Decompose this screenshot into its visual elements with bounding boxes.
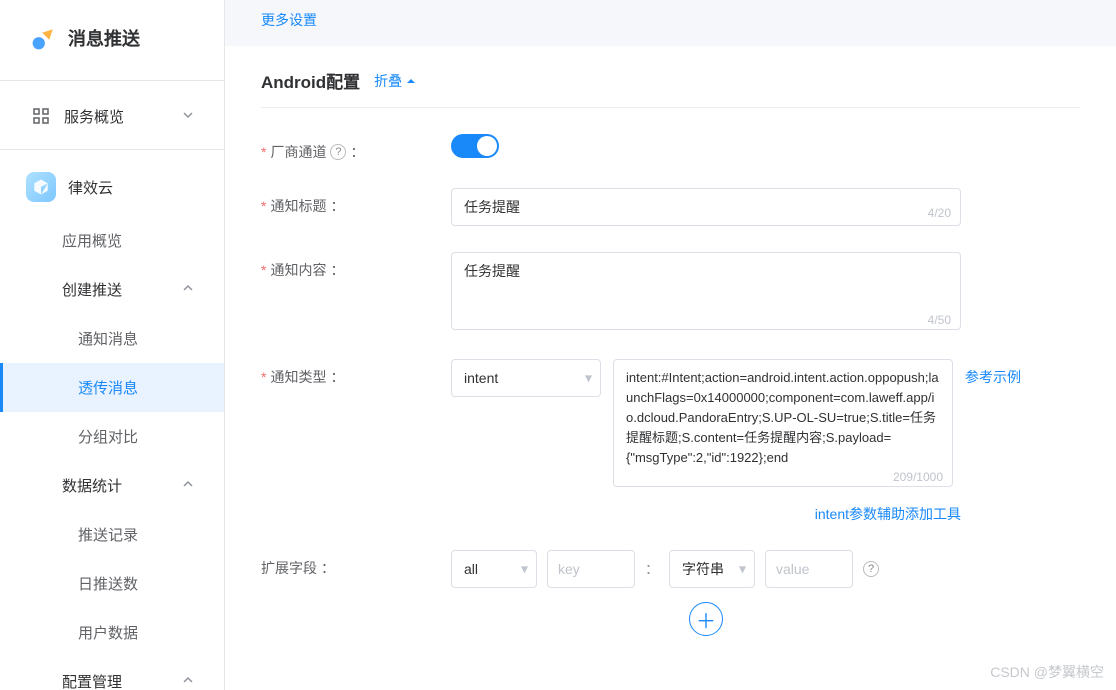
body-counter: 4/50: [928, 313, 951, 327]
nav-group-compare[interactable]: 分组对比: [0, 412, 224, 461]
label-body: * 通知内容：: [261, 252, 451, 280]
row-title: * 通知标题： 4/20: [261, 188, 1080, 226]
nav-label: 服务概览: [64, 106, 124, 127]
more-settings-link[interactable]: 更多设置: [261, 12, 317, 28]
app-selector[interactable]: 律效云: [0, 160, 224, 216]
watermark: CSDN @梦翼横空: [990, 662, 1104, 682]
example-link[interactable]: 参考示例: [965, 359, 1021, 387]
intent-textarea[interactable]: [613, 359, 953, 487]
app-name: 律效云: [68, 177, 113, 198]
chevron-down-icon: ▾: [585, 370, 592, 387]
label-type: * 通知类型：: [261, 359, 451, 387]
panel-title: Android配置: [261, 68, 360, 93]
chevron-down-icon: [182, 108, 194, 125]
required-mark: *: [261, 144, 266, 160]
panel-header: Android配置 折叠: [261, 68, 1080, 108]
nav-notify-msg[interactable]: 通知消息: [0, 314, 224, 363]
chevron-down-icon: ▾: [521, 561, 528, 578]
ext-value-input[interactable]: [765, 550, 853, 588]
nav-create-push[interactable]: 创建推送: [0, 265, 224, 314]
intent-counter: 209/1000: [893, 470, 943, 484]
required-mark: *: [261, 262, 266, 278]
divider: [0, 80, 224, 81]
nav-user-data[interactable]: 用户数据: [0, 608, 224, 657]
ext-scope-select[interactable]: all ▾: [451, 550, 537, 588]
nav-push-records[interactable]: 推送记录: [0, 510, 224, 559]
required-mark: *: [261, 369, 266, 385]
row-body: * 通知内容： 4/50: [261, 252, 1080, 333]
row-ext: 扩展字段： all ▾ ： 字符串 ▾: [261, 550, 1080, 636]
brand-title: 消息推送: [68, 25, 140, 51]
nav-config-mgmt[interactable]: 配置管理: [0, 657, 224, 690]
collapse-toggle[interactable]: 折叠: [374, 71, 416, 91]
colon: ：: [645, 550, 659, 588]
grid-icon: [30, 105, 52, 127]
intent-helper-link[interactable]: intent参数辅助添加工具: [815, 506, 961, 522]
title-counter: 4/20: [928, 206, 951, 220]
brand: 消息推送: [0, 0, 224, 72]
label-ext: 扩展字段：: [261, 550, 451, 578]
sidebar: 消息推送 服务概览 律效云 应用概览 创建推送 通知消息 透传消息 分组对比: [0, 0, 225, 690]
nav-transparent-msg[interactable]: 透传消息: [0, 363, 224, 412]
help-icon[interactable]: ?: [863, 561, 879, 577]
body-textarea[interactable]: [451, 252, 961, 330]
nav-daily-push[interactable]: 日推送数: [0, 559, 224, 608]
vendor-channel-switch[interactable]: [451, 134, 499, 158]
row-vendor-channel: * 厂商通道 ? ：: [261, 134, 1080, 162]
help-icon[interactable]: ?: [330, 144, 346, 160]
type-select[interactable]: intent ▾: [451, 359, 601, 397]
android-config-panel: Android配置 折叠 * 厂商通道 ? ： *: [225, 46, 1116, 690]
main-content: 更多设置 Android配置 折叠 * 厂商通道 ? ：: [225, 0, 1116, 690]
row-type: * 通知类型： intent ▾ 209/1000 参考示例: [261, 359, 1080, 524]
chevron-up-icon: [182, 477, 194, 494]
chevron-down-icon: ▾: [739, 561, 746, 578]
required-mark: *: [261, 198, 266, 214]
add-ext-button[interactable]: ＋: [689, 602, 723, 636]
nav-service-overview[interactable]: 服务概览: [0, 91, 224, 141]
chevron-up-icon: [182, 673, 194, 690]
top-link-row: 更多设置: [225, 0, 1116, 36]
title-input[interactable]: [451, 188, 961, 226]
nav-app-overview[interactable]: 应用概览: [0, 216, 224, 265]
ext-type-select[interactable]: 字符串 ▾: [669, 550, 755, 588]
cube-icon: [26, 172, 56, 202]
nav-data-stats[interactable]: 数据统计: [0, 461, 224, 510]
label-vendor-channel: * 厂商通道 ? ：: [261, 134, 451, 162]
chevron-up-icon: [182, 281, 194, 298]
label-title: * 通知标题：: [261, 188, 451, 216]
push-logo-icon: [30, 24, 58, 52]
divider: [0, 149, 224, 150]
ext-key-input[interactable]: [547, 550, 635, 588]
caret-up-icon: [406, 76, 416, 86]
